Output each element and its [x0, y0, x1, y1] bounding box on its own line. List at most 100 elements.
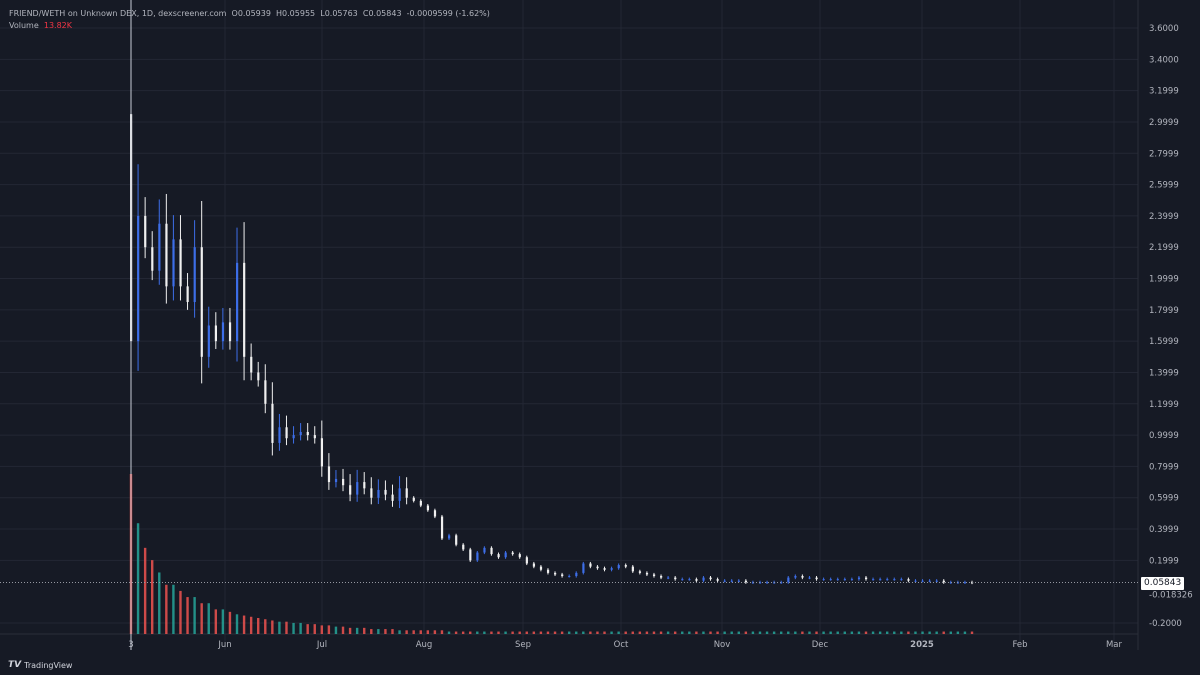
volume-bar — [377, 629, 380, 634]
candle-body — [391, 494, 394, 501]
candle-body — [900, 579, 903, 581]
volume-bar — [900, 631, 903, 634]
candle-body — [695, 579, 698, 581]
candle-body — [808, 577, 811, 579]
candle-body — [794, 576, 797, 578]
volume-bar — [638, 631, 642, 634]
volume-bar — [405, 630, 408, 634]
candle-body — [158, 223, 161, 271]
volume-bar — [822, 631, 825, 634]
volume-bar — [264, 619, 267, 634]
volume-bar — [553, 631, 557, 634]
candle-body — [921, 580, 924, 582]
legend-pair: FRIEND/WETH on Unknown DEX — [9, 9, 137, 18]
x-tick-label: Feb — [1012, 640, 1027, 650]
legend-row-volume: Volume 13.82K — [9, 20, 490, 32]
volume-bar — [348, 627, 352, 634]
candle-body — [207, 325, 210, 357]
volume-bar — [582, 631, 585, 634]
candle-body — [843, 579, 846, 581]
candle-body — [766, 582, 769, 584]
y-tick-label: 2.3999 — [1149, 212, 1179, 222]
volume-bar — [412, 630, 415, 634]
x-tick-label: Mar — [1106, 640, 1123, 650]
x-tick-label: Oct — [614, 640, 629, 650]
volume-bar — [242, 615, 246, 634]
volume-bar — [730, 631, 733, 634]
volume-bar — [942, 631, 945, 634]
candle-body — [151, 247, 154, 271]
candle-body — [674, 577, 677, 580]
volume-bar — [483, 631, 486, 634]
candle-body — [561, 574, 564, 577]
legend-low: L0.05763 — [320, 9, 358, 18]
candle-body — [589, 563, 592, 567]
candle-body — [144, 215, 147, 248]
tradingview-logo[interactable]: 𝙏𝙑 TradingView — [8, 660, 72, 670]
volume-bar — [384, 629, 387, 634]
volume-bar — [327, 625, 331, 634]
volume-bar — [907, 631, 910, 634]
candle-body — [405, 488, 408, 498]
candle-body — [914, 580, 917, 582]
candle-body — [942, 580, 945, 583]
volume-bar — [688, 631, 691, 634]
volume-bar — [617, 631, 620, 634]
candle-body — [419, 500, 422, 506]
candle-body — [228, 322, 232, 342]
volume-bar — [815, 631, 818, 634]
volume-bar — [172, 584, 175, 634]
candle-body — [349, 485, 352, 495]
legend-interval: 1D — [141, 9, 154, 18]
volume-bar — [857, 631, 861, 634]
volume-bar — [193, 597, 196, 634]
volume-bar — [631, 631, 634, 634]
candle-body — [398, 488, 401, 501]
candle-body — [963, 582, 967, 584]
volume-bar — [320, 625, 324, 634]
y-tick-label: 0.9999 — [1149, 431, 1179, 441]
x-tick-label: Sep — [515, 640, 531, 650]
volume-bar — [956, 631, 960, 634]
candle-body — [200, 247, 203, 357]
volume-bar — [589, 631, 592, 634]
price-chart[interactable]: 3.6000 3.4000 3.1999 2.9999 2.7999 2.5999 2.39… — [0, 0, 1200, 675]
candle-body — [221, 322, 225, 342]
candle-body — [801, 576, 804, 578]
candle-body — [539, 566, 543, 570]
y-tick-label: 1.1999 — [1149, 400, 1179, 410]
candle-body — [822, 579, 825, 581]
volume-bar — [299, 622, 302, 634]
candle-body — [469, 549, 472, 561]
candle-body — [702, 577, 705, 581]
volume-bar — [235, 614, 239, 634]
volume-bar — [928, 631, 931, 634]
candle-body — [596, 566, 599, 569]
candle-body — [681, 579, 684, 581]
candle-body — [617, 565, 620, 569]
volume-bar — [334, 626, 338, 634]
candle-body — [483, 547, 486, 553]
volume-bar — [136, 523, 140, 634]
volume-bar — [645, 631, 649, 634]
candle-body — [532, 563, 536, 567]
candle-body — [667, 577, 670, 579]
volume-bar — [779, 631, 783, 634]
volume-bar — [497, 631, 500, 634]
volume-bar — [575, 631, 578, 634]
candle-body — [857, 577, 861, 580]
candle-body — [610, 568, 613, 570]
candle-body — [250, 356, 253, 373]
volume-bar — [603, 631, 606, 634]
legend-change: -0.0009599 (-1.62%) — [406, 9, 490, 18]
candle-body — [377, 489, 380, 498]
volume-bar — [794, 631, 797, 634]
candle-body — [709, 577, 712, 580]
volume-bar — [893, 631, 896, 634]
y-tick-label: 0.1999 — [1149, 556, 1179, 566]
candle-body — [638, 571, 642, 573]
y-tick-label: 2.9999 — [1149, 118, 1179, 128]
volume-bar — [461, 631, 465, 634]
volume-bar — [278, 621, 281, 634]
candle-body — [603, 568, 606, 570]
